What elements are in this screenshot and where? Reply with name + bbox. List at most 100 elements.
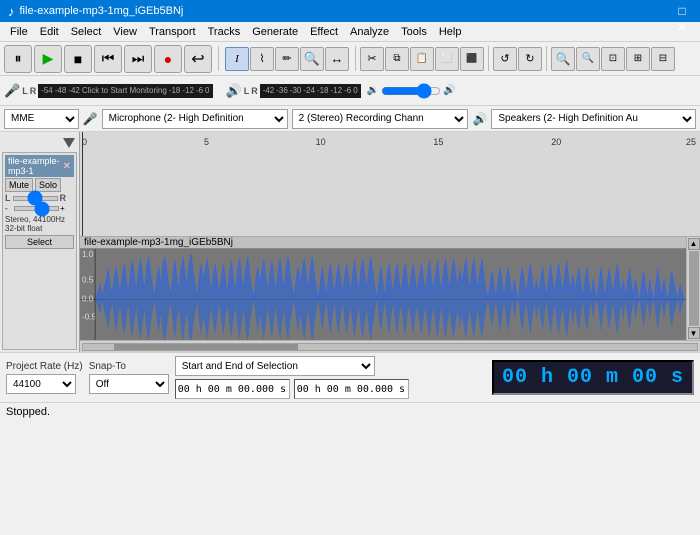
status-text: Stopped.: [6, 406, 50, 418]
draw-tool-button[interactable]: ✏: [275, 47, 299, 71]
pause-button[interactable]: ⏸: [4, 45, 32, 73]
close-button[interactable]: ✕: [672, 19, 692, 35]
silence-button[interactable]: ⬛: [460, 47, 484, 71]
toolbar-row1: ⏸ ▶ ■ ⏮ ⏭ ● ↩ I ⌇ ✏ 🔍 ↔ ✂ ⧉ 📋 ⬜ ⬛ ↺ ↻ 🔍 …: [0, 42, 700, 76]
redo-button[interactable]: ↻: [518, 47, 542, 71]
pm-tick-18: -18: [317, 86, 329, 95]
menu-file[interactable]: File: [4, 24, 34, 40]
sel-end-input[interactable]: [294, 379, 409, 399]
time-shift-button[interactable]: ↔: [325, 47, 349, 71]
maximize-button[interactable]: □: [672, 3, 692, 19]
loop-button[interactable]: ↩: [184, 45, 212, 73]
menu-transport[interactable]: Transport: [143, 24, 202, 40]
menu-select[interactable]: Select: [65, 24, 108, 40]
window-title: file-example-mp3-1mg_iGEb5BNj: [20, 5, 673, 17]
titlebar: ♪ file-example-mp3-1mg_iGEb5BNj — □ ✕: [0, 0, 700, 22]
bottom-toolbar: Project Rate (Hz) 44100 Snap-To Off Star…: [0, 352, 700, 402]
zoom-selection[interactable]: ⊡: [601, 47, 625, 71]
menu-analyze[interactable]: Analyze: [344, 24, 395, 40]
hscroll-track[interactable]: [82, 343, 698, 351]
record-button[interactable]: ●: [154, 45, 182, 73]
time-value: 00 h 00 m 00 s: [502, 366, 684, 389]
trim-button[interactable]: ⬜: [435, 47, 459, 71]
cut-button[interactable]: ✂: [360, 47, 384, 71]
zoom-in-button[interactable]: 🔍: [300, 47, 324, 71]
meter-tick-12: -12: [182, 86, 194, 95]
main-content: file-example-mp3-1 ✕ Mute Solo L R - +: [0, 132, 700, 352]
selection-format-select[interactable]: Start and End of Selection Start and Len…: [175, 356, 375, 376]
svg-text:0.0: 0.0: [82, 294, 94, 303]
track-bitdepth: 32-bit float: [5, 224, 74, 233]
channel-select[interactable]: 2 (Stereo) Recording Chann: [292, 109, 469, 129]
vertical-scrollbar[interactable]: ▲ ▼: [686, 237, 700, 341]
play-button[interactable]: ▶: [34, 45, 62, 73]
menu-help[interactable]: Help: [433, 24, 468, 40]
menu-effect[interactable]: Effect: [304, 24, 344, 40]
zoom-in-track[interactable]: 🔍: [551, 47, 575, 71]
zoom-out-track[interactable]: 🔍: [576, 47, 600, 71]
timeline-ruler[interactable]: 0 5 10 15 20 25: [80, 132, 700, 237]
meter-tick-6: -6: [196, 86, 203, 95]
stop-button[interactable]: ■: [64, 45, 92, 73]
output-device-select[interactable]: Speakers (2- High Definition Au: [491, 109, 696, 129]
menu-generate[interactable]: Generate: [246, 24, 304, 40]
left-channel-label: L: [22, 86, 28, 96]
menu-tracks[interactable]: Tracks: [202, 24, 247, 40]
titlebar-controls: — □ ✕: [672, 0, 692, 35]
track-name-box[interactable]: file-example-mp3-1 ✕: [5, 155, 74, 177]
speaker-device-icon: 🔊: [472, 112, 487, 126]
snap-to-group: Snap-To Off: [89, 361, 169, 394]
pm-tick-36: -36: [276, 86, 288, 95]
menu-tools[interactable]: Tools: [395, 24, 433, 40]
track-close-button[interactable]: ✕: [63, 161, 71, 172]
skip-back-button[interactable]: ⏮: [94, 45, 122, 73]
host-select[interactable]: MME: [4, 109, 79, 129]
speaker-icon[interactable]: 🔊: [226, 83, 242, 99]
playback-meter[interactable]: -42 -36 -30 -24 -18 -12 -6 0: [260, 84, 361, 98]
track-left-panel: file-example-mp3-1 ✕ Mute Solo L R - +: [0, 132, 80, 352]
zoom-fit-track[interactable]: ⊞: [626, 47, 650, 71]
track-vol-slider[interactable]: [14, 206, 59, 211]
gain-triangle[interactable]: [63, 138, 75, 148]
zoom-toggle[interactable]: ⊟: [651, 47, 675, 71]
mic-icon[interactable]: 🎤: [4, 83, 20, 99]
svg-text:1.0: 1.0: [82, 250, 94, 259]
waveform-container[interactable]: file-example-mp3-1mg_iGEb5BNj: [80, 237, 686, 341]
hscroll-thumb[interactable]: [114, 344, 298, 350]
horizontal-scrollbar[interactable]: [80, 340, 700, 352]
selection-tool-button[interactable]: I: [225, 47, 249, 71]
input-device-select[interactable]: Microphone (2- High Definition: [102, 109, 288, 129]
vscroll-thumb[interactable]: [689, 251, 699, 327]
undo-button[interactable]: ↺: [493, 47, 517, 71]
envelope-tool-button[interactable]: ⌇: [250, 47, 274, 71]
svg-text:0.5: 0.5: [82, 275, 94, 284]
sel-start-input[interactable]: [175, 379, 290, 399]
vol-label: -: [5, 204, 13, 213]
right-channel-label: R: [30, 86, 37, 96]
skip-forward-button[interactable]: ⏭: [124, 45, 152, 73]
waveform-display[interactable]: 1.0 0.0 -0.5 -1.0 0.5 1.0 0.5 0.0 -0.5 -…: [80, 249, 686, 341]
selection-group: Start and End of Selection Start and Len…: [175, 356, 486, 399]
volume-slider[interactable]: [381, 87, 441, 95]
time-display: 00 h 00 m 00 s: [492, 360, 694, 395]
select-button[interactable]: Select: [5, 235, 74, 249]
record-meter[interactable]: -54 -48 -42 Click to Start Monitoring -1…: [38, 84, 212, 98]
snap-select[interactable]: Off: [89, 374, 169, 394]
right-label: R: [60, 193, 67, 203]
project-rate-select[interactable]: 44100: [6, 374, 76, 394]
vol-down-icon: 🔉: [367, 85, 379, 96]
ruler-20: 20: [551, 137, 561, 147]
pm-tick-30: -30: [290, 86, 302, 95]
vol-up-icon: 🔊: [443, 85, 455, 96]
status-bar: Stopped.: [0, 402, 700, 420]
vscroll-up[interactable]: ▲: [688, 238, 700, 250]
snap-to-label: Snap-To: [89, 361, 169, 372]
paste-button[interactable]: 📋: [410, 47, 434, 71]
menu-edit[interactable]: Edit: [34, 24, 65, 40]
menu-view[interactable]: View: [107, 24, 143, 40]
playback-left-label: L: [244, 86, 250, 96]
vscroll-down[interactable]: ▼: [688, 327, 700, 339]
ruler-cursor: [82, 132, 83, 236]
waveform-title-text: file-example-mp3-1mg_iGEb5BNj: [84, 237, 233, 248]
copy-button[interactable]: ⧉: [385, 47, 409, 71]
